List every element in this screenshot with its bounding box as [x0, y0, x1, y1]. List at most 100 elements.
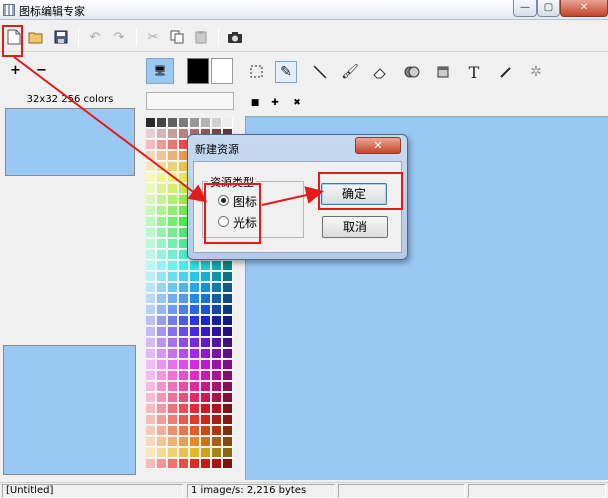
palette-swatch[interactable]: [201, 327, 211, 337]
palette-swatch[interactable]: [168, 228, 178, 238]
eraser-icon[interactable]: [369, 61, 391, 83]
palette-swatch[interactable]: [190, 459, 200, 469]
palette-swatch[interactable]: [223, 118, 233, 128]
palette-swatch[interactable]: [146, 393, 156, 403]
palette-swatch[interactable]: [179, 393, 189, 403]
palette-swatch[interactable]: [168, 118, 178, 128]
close-button[interactable]: ✕: [560, 0, 608, 17]
palette-swatch[interactable]: [179, 305, 189, 315]
palette-swatch[interactable]: [146, 349, 156, 359]
palette-swatch[interactable]: [190, 261, 200, 271]
palette-swatch[interactable]: [168, 239, 178, 249]
palette-swatch[interactable]: [212, 426, 222, 436]
palette-swatch[interactable]: [212, 327, 222, 337]
palette-swatch[interactable]: [157, 217, 167, 227]
line-icon[interactable]: [309, 61, 331, 83]
paste-icon[interactable]: [190, 26, 212, 48]
palette-swatch[interactable]: [146, 360, 156, 370]
palette-swatch[interactable]: [223, 316, 233, 326]
brush-icon[interactable]: 🖌: [339, 61, 361, 83]
palette-swatch[interactable]: [146, 261, 156, 271]
palette-swatch[interactable]: [146, 173, 156, 183]
brush-size-x-icon[interactable]: ✖: [289, 95, 305, 111]
palette-swatch[interactable]: [201, 382, 211, 392]
palette-swatch[interactable]: [223, 415, 233, 425]
palette-swatch[interactable]: [201, 448, 211, 458]
palette-swatch[interactable]: [201, 261, 211, 271]
palette-swatch[interactable]: [190, 349, 200, 359]
palette-swatch[interactable]: [179, 371, 189, 381]
palette-swatch[interactable]: [212, 118, 222, 128]
palette-swatch[interactable]: [179, 283, 189, 293]
palette-swatch[interactable]: [223, 448, 233, 458]
palette-swatch[interactable]: [201, 437, 211, 447]
brush-size-small-icon[interactable]: ■: [247, 95, 263, 111]
palette-swatch[interactable]: [201, 426, 211, 436]
palette-swatch[interactable]: [223, 393, 233, 403]
palette-swatch[interactable]: [201, 305, 211, 315]
palette-swatch[interactable]: [146, 305, 156, 315]
fill-icon[interactable]: [401, 61, 423, 83]
palette-swatch[interactable]: [157, 173, 167, 183]
palette-swatch[interactable]: [212, 283, 222, 293]
palette-swatch[interactable]: [168, 283, 178, 293]
palette-swatch[interactable]: [146, 239, 156, 249]
palette-swatch[interactable]: [168, 305, 178, 315]
palette-swatch[interactable]: [223, 404, 233, 414]
palette-swatch[interactable]: [190, 382, 200, 392]
palette-swatch[interactable]: [146, 184, 156, 194]
dialog-close-button[interactable]: ✕: [355, 137, 401, 154]
palette-swatch[interactable]: [157, 316, 167, 326]
palette-swatch[interactable]: [157, 338, 167, 348]
palette-swatch[interactable]: [168, 206, 178, 216]
palette-swatch[interactable]: [157, 448, 167, 458]
text-icon[interactable]: T: [463, 61, 485, 83]
palette-swatch[interactable]: [201, 360, 211, 370]
image-preview[interactable]: [5, 108, 135, 176]
palette-swatch[interactable]: [212, 448, 222, 458]
palette-swatch[interactable]: [179, 360, 189, 370]
palette-swatch[interactable]: [168, 459, 178, 469]
palette-swatch[interactable]: [168, 437, 178, 447]
palette-swatch[interactable]: [157, 261, 167, 271]
palette-swatch[interactable]: [201, 272, 211, 282]
palette-swatch[interactable]: [179, 338, 189, 348]
palette-swatch[interactable]: [212, 338, 222, 348]
palette-swatch[interactable]: [179, 272, 189, 282]
brush-size-cross-icon[interactable]: ✚: [267, 95, 283, 111]
palette-swatch[interactable]: [157, 118, 167, 128]
palette-swatch[interactable]: [190, 316, 200, 326]
palette-swatch[interactable]: [201, 294, 211, 304]
eyedropper-icon[interactable]: [495, 61, 517, 83]
palette-swatch[interactable]: [223, 349, 233, 359]
palette-swatch[interactable]: [146, 338, 156, 348]
palette-swatch[interactable]: [179, 261, 189, 271]
palette-swatch[interactable]: [146, 118, 156, 128]
palette-swatch[interactable]: [223, 338, 233, 348]
palette-swatch[interactable]: [146, 294, 156, 304]
zoom-in-icon[interactable]: +: [10, 63, 21, 78]
palette-swatch[interactable]: [223, 283, 233, 293]
palette-swatch[interactable]: [157, 206, 167, 216]
palette-swatch[interactable]: [157, 239, 167, 249]
palette-swatch[interactable]: [201, 415, 211, 425]
palette-swatch[interactable]: [168, 338, 178, 348]
palette-swatch[interactable]: [179, 316, 189, 326]
palette-swatch[interactable]: [212, 415, 222, 425]
palette-swatch[interactable]: [146, 327, 156, 337]
palette-swatch[interactable]: [168, 162, 178, 172]
palette-swatch[interactable]: [157, 426, 167, 436]
palette-swatch[interactable]: [157, 393, 167, 403]
zoom-out-icon[interactable]: −: [36, 63, 47, 78]
palette-swatch[interactable]: [212, 360, 222, 370]
palette-swatch[interactable]: [201, 283, 211, 293]
palette-swatch[interactable]: [201, 459, 211, 469]
palette-swatch[interactable]: [157, 151, 167, 161]
palette-swatch[interactable]: [146, 459, 156, 469]
palette-swatch[interactable]: [146, 129, 156, 139]
palette-swatch[interactable]: [190, 272, 200, 282]
palette-swatch[interactable]: [179, 415, 189, 425]
palette-swatch[interactable]: [157, 195, 167, 205]
palette-swatch[interactable]: [146, 151, 156, 161]
palette-swatch[interactable]: [157, 305, 167, 315]
